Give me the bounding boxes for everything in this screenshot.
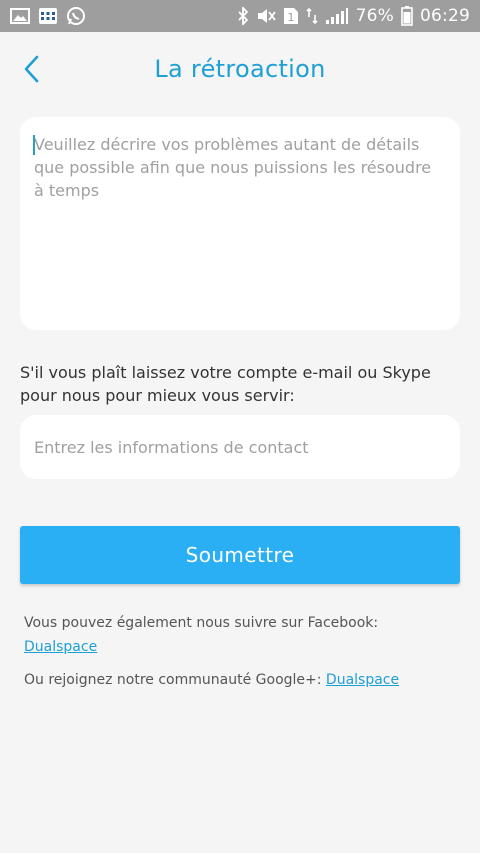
battery-icon: [401, 6, 413, 26]
feedback-card: [20, 117, 460, 330]
google-text: Ou rejoignez notre communauté Google+:: [24, 672, 322, 688]
back-button[interactable]: [14, 51, 50, 87]
sim-badge: 1: [287, 11, 294, 24]
data-icon: [306, 7, 318, 25]
google-follow: Ou rejoignez notre communauté Google+: D…: [24, 668, 464, 692]
calendar-app-icon: [38, 7, 58, 25]
status-bar-right: 1 76% 06:29: [237, 6, 470, 26]
contact-label: S'il vous plaît laissez votre compte e-m…: [20, 363, 431, 405]
page-title: La rétroaction: [154, 55, 326, 83]
text-cursor: [33, 135, 35, 155]
whatsapp-icon: [66, 6, 86, 26]
bluetooth-icon: [237, 7, 249, 25]
status-time: 06:29: [420, 6, 470, 26]
status-bar-left: [10, 6, 86, 26]
battery-percent: 76%: [355, 6, 394, 26]
gallery-icon: [10, 8, 30, 24]
contact-card: [20, 415, 460, 479]
feedback-textarea[interactable]: [20, 117, 460, 330]
facebook-link[interactable]: Dualspace: [24, 639, 97, 655]
submit-button[interactable]: Soumettre: [20, 526, 460, 584]
mute-icon: [256, 7, 276, 25]
facebook-follow: Vous pouvez également nous suivre sur Fa…: [24, 611, 464, 659]
chevron-left-icon: [24, 55, 39, 83]
app-bar: La rétroaction: [0, 32, 480, 106]
facebook-text: Vous pouvez également nous suivre sur Fa…: [24, 615, 379, 631]
google-link[interactable]: Dualspace: [326, 672, 399, 688]
status-bar: 1 76% 06:29: [0, 0, 480, 32]
signal-icon: [325, 7, 349, 25]
sim-icon: 1: [283, 7, 299, 25]
contact-input[interactable]: [20, 415, 460, 479]
